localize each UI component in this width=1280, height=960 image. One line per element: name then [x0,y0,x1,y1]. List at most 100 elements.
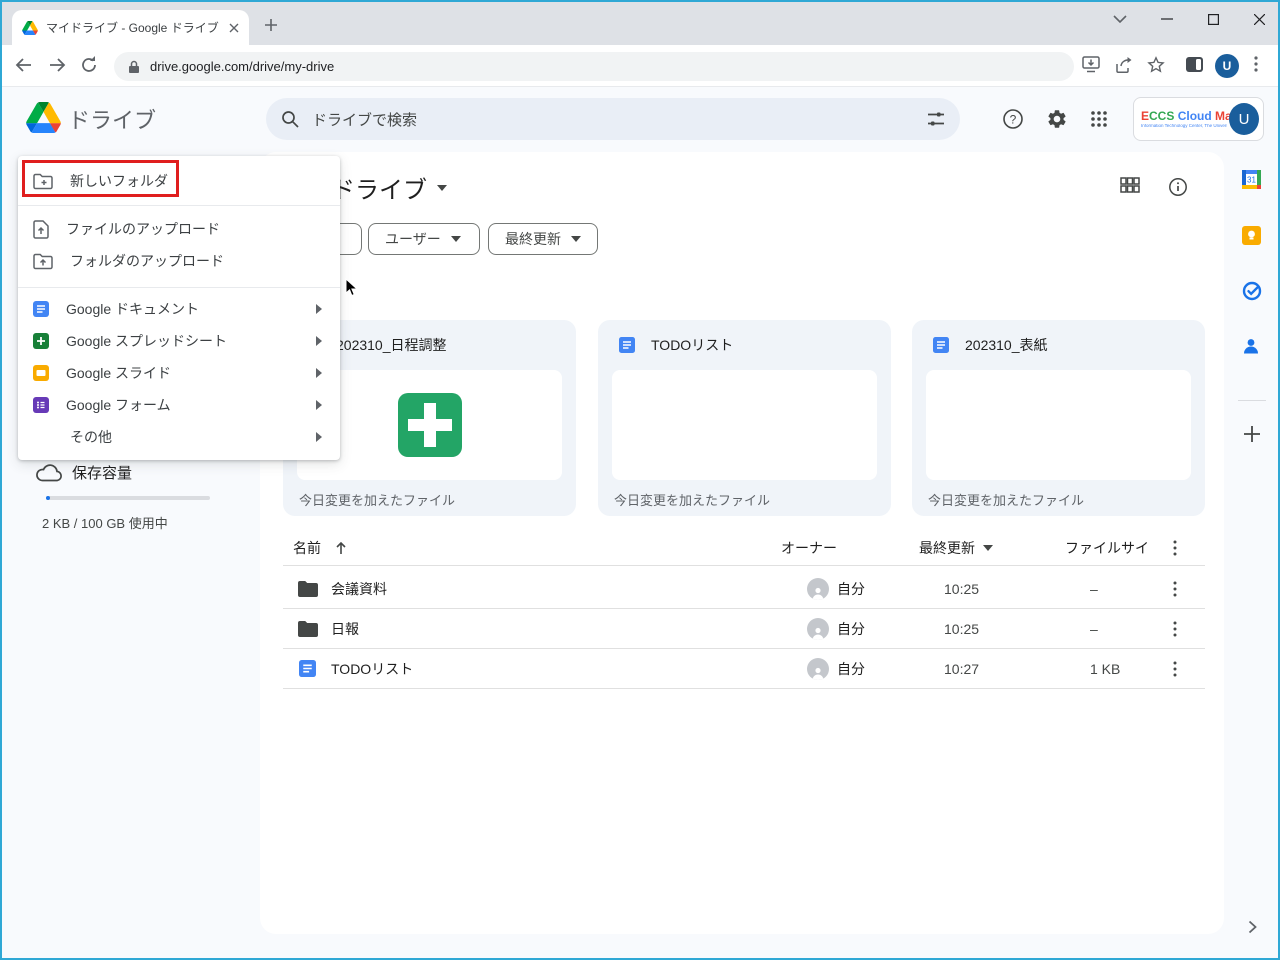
keep-icon[interactable] [1242,226,1262,246]
info-icon[interactable] [1168,177,1188,197]
window-close-button[interactable] [1244,6,1274,32]
menu-item-google-forms[interactable]: Google フォーム [18,389,340,421]
url-text: drive.google.com/drive/my-drive [150,59,334,74]
annotation-highlight-box [22,160,179,197]
row-more-options-icon[interactable] [1173,609,1177,648]
menu-divider [18,287,340,288]
sidebar-item-storage[interactable]: 保存容量 [72,462,132,483]
side-panel-icon[interactable] [1185,56,1204,73]
calendar-icon[interactable]: 31 [1242,170,1262,190]
tasks-icon[interactable] [1242,281,1262,301]
filter-chip-modified[interactable]: 最終更新 [488,223,598,255]
table-row[interactable]: 会議資料 自分 10:25 – [283,569,1205,609]
table-row[interactable]: TODOリスト 自分 10:27 1 KB [283,649,1205,689]
suggested-card[interactable]: TODOリスト 今日変更を加えたファイル [598,320,891,516]
grid-view-icon[interactable] [1120,177,1140,194]
submenu-arrow-icon [316,368,322,378]
rail-divider [1238,400,1266,401]
file-size: – [1090,569,1098,608]
back-icon[interactable] [14,55,34,75]
row-more-options-icon[interactable] [1173,569,1177,608]
search-input[interactable]: ドライブで検索 [266,98,960,140]
card-reason: 今日変更を加えたファイル [928,490,1084,509]
file-name: TODOリスト [331,649,413,688]
add-apps-icon[interactable] [1242,424,1262,444]
settings-gear-icon[interactable] [1046,108,1068,130]
menu-item-more[interactable]: その他 [18,421,340,453]
column-name[interactable]: 名前 [293,538,321,558]
file-name: 日報 [331,609,359,648]
sort-ascending-icon[interactable] [335,541,347,555]
storage-progress-bar [46,496,210,500]
menu-item-label: フォルダのアップロード [70,251,322,271]
apps-grid-icon[interactable] [1089,109,1109,129]
window-maximize-button[interactable] [1198,6,1228,32]
sheets-logo [398,393,462,457]
account-avatar[interactable]: U [1229,103,1259,135]
owner-avatar [807,569,829,608]
folder-icon [298,569,318,608]
cloud-icon [36,462,62,487]
chevron-down-icon [437,185,447,191]
window-minimize-button[interactable] [1152,6,1182,32]
mouse-cursor [345,278,359,303]
contacts-icon[interactable] [1242,337,1262,357]
owner-avatar [807,609,829,648]
search-options-tune-icon[interactable] [926,109,946,129]
url-bar[interactable]: drive.google.com/drive/my-drive [114,52,1074,81]
chip-label: 最終更新 [505,229,561,249]
menu-item-google-docs[interactable]: Google ドキュメント [18,293,340,325]
docs-file-icon [619,337,635,353]
card-preview [612,370,877,480]
drive-logo[interactable] [26,102,61,138]
menu-item-label: その他 [70,427,299,447]
share-icon[interactable] [1114,56,1134,74]
modified-time: 10:27 [944,649,979,688]
folder-upload-icon [33,253,53,270]
column-modified[interactable]: 最終更新 [919,538,975,558]
tab-close-icon[interactable] [229,23,239,33]
reload-icon[interactable] [79,55,99,75]
tab-strip: マイドライブ - Google ドライブ [2,2,1278,45]
collapse-panel-chevron-icon[interactable] [1248,920,1268,940]
download-icon[interactable] [1081,56,1101,74]
sort-descending-icon[interactable] [983,545,993,551]
slides-app-icon [33,365,49,381]
suggested-card[interactable]: 202310_表紙 今日変更を加えたファイル [912,320,1205,516]
eccs-logo-text: ECCS Cloud Mail [1141,110,1227,122]
filter-chip-user[interactable]: ユーザー [368,223,480,255]
submenu-arrow-icon [316,336,322,346]
storage-usage-text: 2 KB / 100 GB 使用中 [42,513,168,532]
menu-item-folder-upload[interactable]: フォルダのアップロード [18,245,340,277]
browser-profile-avatar[interactable]: U [1215,54,1239,78]
menu-item-file-upload[interactable]: ファイルのアップロード [18,213,340,245]
forward-icon[interactable] [47,55,67,75]
file-upload-icon [33,220,49,239]
browser-menu-icon[interactable] [1254,56,1258,72]
row-more-options-icon[interactable] [1173,649,1177,688]
browser-toolbar: drive.google.com/drive/my-drive U [2,45,1278,87]
card-title: 202310_表紙 [965,335,1048,355]
tab-search-chevron-icon[interactable] [1105,6,1135,32]
svg-text:31: 31 [1247,176,1256,185]
more-options-icon[interactable] [1173,530,1177,565]
main-content: マイドライブ 種類 ユーザー 最終更新 [260,152,1224,934]
card-reason: 今日変更を加えたファイル [299,490,455,509]
file-size: 1 KB [1090,649,1120,688]
new-tab-button[interactable] [264,18,278,32]
svg-text:?: ? [1010,113,1017,127]
help-icon[interactable]: ? [1002,108,1024,130]
menu-item-google-slides[interactable]: Google スライド [18,357,340,389]
account-badge[interactable]: ECCS Cloud Mail Information Technology C… [1133,97,1264,141]
column-size[interactable]: ファイルサイ [1065,530,1149,565]
browser-window: マイドライブ - Google ドライブ [0,0,1280,960]
chip-label: ユーザー [385,229,441,249]
menu-item-google-sheets[interactable]: Google スプレッドシート [18,325,340,357]
browser-tab[interactable]: マイドライブ - Google ドライブ [12,10,249,45]
bookmark-star-icon[interactable] [1147,56,1165,74]
chevron-down-icon [571,236,581,242]
table-row[interactable]: 日報 自分 10:25 – [283,609,1205,649]
docs-file-icon [299,649,316,688]
submenu-arrow-icon [316,432,322,442]
column-owner[interactable]: オーナー [781,530,837,565]
